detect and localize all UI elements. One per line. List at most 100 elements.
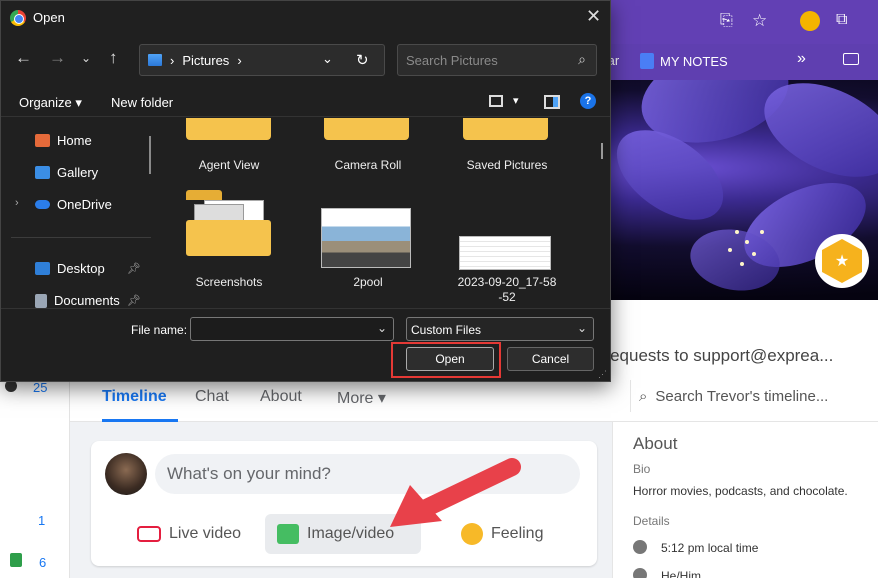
new-folder-button[interactable]: New folder — [111, 95, 173, 110]
timeline-search-input[interactable]: Search Trevor's timeline... — [655, 388, 828, 405]
navigation-pane: Home Gallery › OneDrive Desktop 📌︎ Docum… — [1, 118, 161, 308]
file-item-label[interactable]: 2023-09-20_17-58 -52 — [442, 275, 572, 305]
file-item-label[interactable]: Saved Pictures — [442, 158, 572, 172]
breadcrumb-pictures[interactable]: Pictures — [182, 53, 229, 68]
resize-grip-icon[interactable]: ⋰ — [598, 369, 607, 380]
timeline-search[interactable]: ⌕ Search Trevor's timeline... — [630, 380, 878, 412]
bookmarks-overflow-icon[interactable]: » — [797, 50, 806, 68]
file-item-label[interactable]: 2pool — [303, 275, 433, 289]
notes-icon — [640, 53, 654, 69]
sidebar-item-gallery[interactable]: Gallery — [35, 165, 98, 180]
about-panel: About Bio Horror movies, podcasts, and c… — [612, 422, 878, 578]
forward-arrow-icon[interactable]: → — [49, 48, 66, 68]
expand-chevron-icon[interactable]: › — [15, 197, 19, 209]
address-dropdown-icon[interactable]: ⌄ — [322, 51, 333, 67]
rail-count[interactable]: 25 — [33, 380, 47, 395]
pin-icon: 📌︎ — [127, 263, 141, 275]
left-rail: 25 1 6 — [0, 380, 70, 578]
file-type-value: Custom Files — [411, 323, 482, 337]
file-item-label[interactable]: Agent View — [164, 158, 294, 172]
chevron-down-icon[interactable]: ⌄ — [377, 321, 387, 335]
pictures-icon — [148, 54, 162, 66]
live-video-button[interactable]: Live video — [125, 514, 253, 554]
about-title: About — [633, 434, 678, 453]
help-icon[interactable]: ? — [580, 93, 596, 109]
puzzle-icon[interactable]: ⧉ — [836, 11, 847, 29]
bookmark-label: MY NOTES — [660, 53, 728, 69]
folder-icon[interactable] — [463, 118, 548, 140]
breadcrumb-sep[interactable]: › — [237, 53, 241, 68]
profile-tabs: Timeline Chat About More ▾ ⌕ Search Trev… — [70, 380, 878, 422]
pronoun: He/Him — [661, 569, 702, 578]
recent-chevron-icon[interactable]: ⌄ — [81, 51, 91, 65]
folder-icon[interactable] — [843, 53, 859, 65]
file-list: Agent View Camera Roll Saved Pictures Sc… — [161, 118, 610, 308]
refresh-icon[interactable]: ↻ — [356, 51, 369, 69]
sidebar-item-label: Home — [57, 133, 92, 148]
file-item-label[interactable]: Camera Roll — [303, 158, 433, 172]
open-file-dialog: Open ✕ ← → ⌄ ↑ › Pictures › ⌄ ↻ Search P… — [0, 0, 611, 382]
tab-about[interactable]: About — [260, 388, 302, 406]
organize-button[interactable]: Organize ▾ — [19, 95, 82, 111]
sidebar-item-label: Desktop — [57, 261, 105, 276]
sidebar-item-label: OneDrive — [57, 197, 112, 212]
file-list-scrollbar[interactable] — [601, 143, 603, 159]
search-icon: ⌕ — [639, 387, 648, 405]
video-camera-icon — [137, 526, 161, 542]
badge-icon: ★ — [815, 234, 869, 288]
search-icon: ⌕ — [578, 51, 586, 67]
search-input[interactable]: Search Pictures ⌕ — [397, 44, 597, 76]
address-bar[interactable]: › Pictures › ⌄ ↻ — [139, 44, 385, 76]
tab-timeline[interactable]: Timeline — [102, 388, 167, 406]
local-time: 5:12 pm local time — [661, 541, 759, 555]
folder-icon[interactable] — [324, 118, 409, 140]
file-item-label[interactable]: Screenshots — [164, 275, 294, 289]
bio-label: Bio — [633, 462, 651, 476]
file-name-label: File name: — [131, 323, 188, 337]
close-icon[interactable]: ✕ — [586, 6, 601, 27]
bio-text: Horror movies, podcasts, and chocolate. — [633, 484, 848, 498]
annotation-arrow-icon — [390, 458, 521, 527]
image-thumbnail[interactable] — [459, 236, 551, 270]
view-dropdown-icon[interactable]: ▾ — [513, 94, 519, 107]
photo-icon — [277, 524, 299, 544]
dialog-titlebar: Open ✕ — [1, 1, 610, 33]
screenshots-folder-icon[interactable] — [186, 190, 271, 256]
avatar[interactable] — [105, 453, 147, 495]
documents-icon — [35, 293, 47, 308]
preview-pane-icon[interactable] — [544, 95, 560, 109]
file-type-select[interactable]: Custom Files ⌄ — [406, 317, 594, 341]
open-button[interactable]: Open — [406, 347, 494, 371]
install-icon[interactable]: ⎘ — [720, 12, 733, 30]
command-bar: Organize ▾ New folder ▾ ? — [1, 87, 610, 117]
rail-count[interactable]: 1 — [38, 513, 45, 528]
search-placeholder: Search Pictures — [406, 53, 498, 68]
sidebar-item-home[interactable]: Home — [35, 133, 92, 148]
tab-chat[interactable]: Chat — [195, 388, 229, 406]
sidebar-scrollbar[interactable] — [149, 136, 151, 174]
back-arrow-icon[interactable]: ← — [15, 48, 32, 68]
tab-more[interactable]: More ▾ — [337, 388, 386, 408]
navigation-row: ← → ⌄ ↑ › Pictures › ⌄ ↻ Search Pictures… — [1, 39, 610, 81]
details-label: Details — [633, 514, 670, 528]
shield-icon — [10, 553, 22, 567]
bookmark-star-icon[interactable]: ☆ — [752, 11, 767, 31]
support-text: t requests to support@exprea... — [595, 346, 834, 365]
image-thumbnail[interactable] — [321, 208, 411, 268]
extension-icon[interactable] — [800, 11, 820, 31]
cancel-button[interactable]: Cancel — [507, 347, 594, 371]
view-options-icon[interactable] — [489, 95, 503, 107]
divider — [11, 237, 151, 238]
up-arrow-icon[interactable]: ↑ — [109, 48, 118, 68]
sidebar-item-label: Gallery — [57, 165, 99, 180]
breadcrumb-sep: › — [170, 52, 175, 68]
sidebar-item-onedrive[interactable]: OneDrive — [35, 197, 112, 212]
file-name-input[interactable]: ⌄ — [190, 317, 394, 341]
sidebar-item-documents[interactable]: Documents — [35, 293, 120, 308]
sidebar-item-desktop[interactable]: Desktop — [35, 261, 105, 276]
rail-count[interactable]: 6 — [39, 555, 46, 570]
person-icon — [633, 568, 647, 578]
dialog-footer: File name: ⌄ Custom Files ⌄ Open Cancel … — [1, 308, 610, 381]
bookmark-my-notes[interactable]: MY NOTES — [640, 53, 728, 69]
folder-icon[interactable] — [186, 118, 271, 140]
